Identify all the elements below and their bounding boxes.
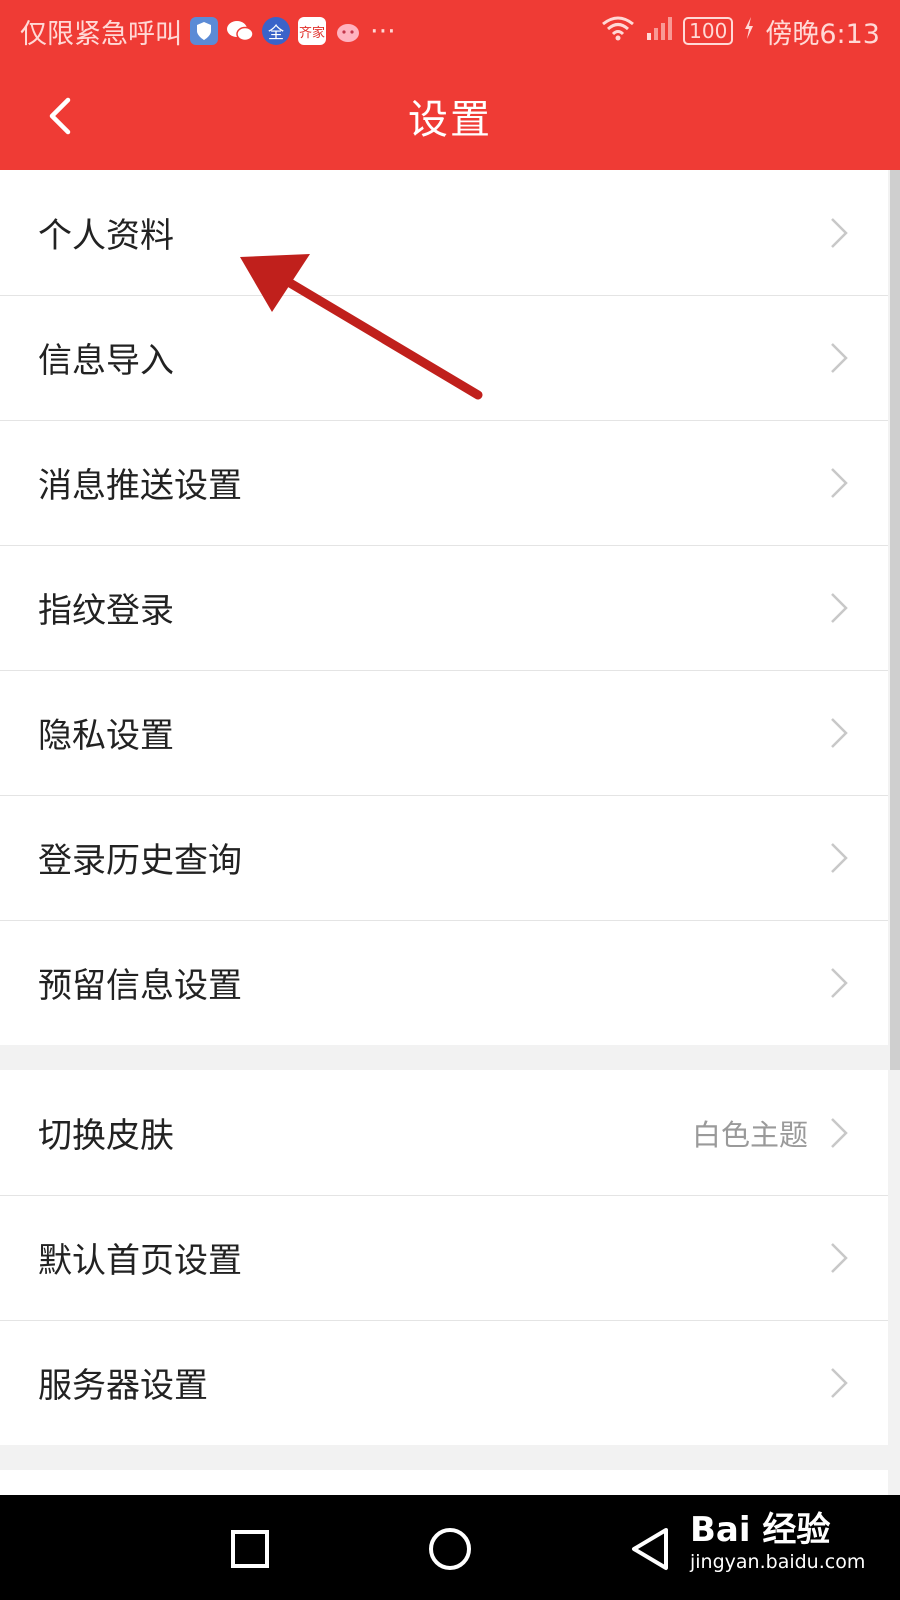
recent-apps-button[interactable]: [228, 1527, 272, 1571]
settings-item-info-import[interactable]: 信息导入: [0, 295, 888, 420]
settings-item-server[interactable]: 服务器设置: [0, 1320, 888, 1445]
scrollbar[interactable]: [890, 170, 900, 1070]
settings-item-switch-skin[interactable]: 切换皮肤 白色主题: [0, 1070, 888, 1195]
chevron-right-icon: [828, 341, 850, 375]
settings-item-label: 消息推送设置: [38, 466, 242, 506]
settings-item-reserved-info[interactable]: 预留信息设置: [0, 920, 888, 1045]
chevron-right-icon: [828, 716, 850, 750]
settings-item-label: 服务器设置: [38, 1366, 208, 1406]
app-bar: 设置: [0, 62, 900, 170]
watermark-url: jingyan.baidu.com: [690, 1551, 866, 1573]
back-nav-button[interactable]: [628, 1527, 672, 1571]
settings-item-profile[interactable]: 个人资料: [0, 170, 888, 295]
pig-app-icon: [334, 17, 362, 45]
settings-item-label: 登录历史查询: [38, 841, 242, 881]
page-title: 设置: [408, 97, 492, 143]
settings-group-1: 个人资料 信息导入 消息推送设置 指纹登录 隐私设置 登录历史查询 预留信息设置: [0, 170, 888, 1045]
wechat-icon: [226, 17, 254, 45]
settings-item-label: 信息导入: [38, 341, 174, 381]
settings-item-login-history[interactable]: 登录历史查询: [0, 795, 888, 920]
chevron-left-icon: [49, 97, 71, 135]
settings-item-label: 预留信息设置: [38, 966, 242, 1006]
settings-item-push-notifications[interactable]: 消息推送设置: [0, 420, 888, 545]
charging-icon: [743, 16, 755, 47]
settings-item-label: 个人资料: [38, 216, 174, 256]
settings-item-fingerprint-login[interactable]: 指纹登录: [0, 545, 888, 670]
current-theme-value: 白色主题: [691, 1117, 808, 1152]
home-button[interactable]: [428, 1527, 472, 1571]
settings-item-label: 默认首页设置: [38, 1241, 242, 1281]
square-icon: [231, 1530, 269, 1568]
status-right: 100 傍晚6:13: [601, 12, 880, 51]
watermark-logo: Bai 经验: [690, 1510, 831, 1550]
chevron-right-icon: [828, 1366, 850, 1400]
chevron-right-icon: [828, 591, 850, 625]
chevron-right-icon: [828, 1116, 850, 1150]
settings-item-label: 隐私设置: [38, 716, 174, 756]
settings-item-privacy[interactable]: 隐私设置: [0, 670, 888, 795]
battery-indicator: 100: [683, 17, 734, 45]
chevron-right-icon: [828, 1241, 850, 1275]
settings-group-3-partial: [0, 1470, 888, 1495]
settings-item-label: 指纹登录: [38, 591, 174, 631]
chevron-right-icon: [828, 966, 850, 1000]
signal-icon: [645, 15, 673, 48]
more-notifications: ···: [370, 15, 396, 47]
baidu-jingyan-watermark: Bai 经验 jingyan.baidu.com: [690, 1510, 865, 1574]
clock: 傍晚6:13: [765, 18, 880, 50]
triangle-back-icon: [632, 1528, 668, 1570]
status-left: 仅限紧急呼叫 全 齐家 ···: [20, 12, 601, 51]
shield-icon: [190, 17, 218, 45]
settings-group-2: 切换皮肤 白色主题 默认首页设置 服务器设置: [0, 1070, 888, 1445]
chevron-right-icon: [828, 216, 850, 250]
back-button[interactable]: [30, 86, 90, 146]
settings-item-label: 切换皮肤: [38, 1116, 174, 1156]
wifi-icon: [601, 15, 635, 48]
quan-app-icon: 全: [262, 17, 290, 45]
qijia-app-icon: 齐家: [298, 17, 326, 45]
status-bar: 仅限紧急呼叫 全 齐家 ··· 100 傍晚6:13: [0, 0, 900, 62]
carrier-text: 仅限紧急呼叫: [20, 18, 182, 50]
settings-item-default-homepage[interactable]: 默认首页设置: [0, 1195, 888, 1320]
chevron-right-icon: [828, 841, 850, 875]
chevron-right-icon: [828, 466, 850, 500]
circle-icon: [429, 1528, 471, 1570]
